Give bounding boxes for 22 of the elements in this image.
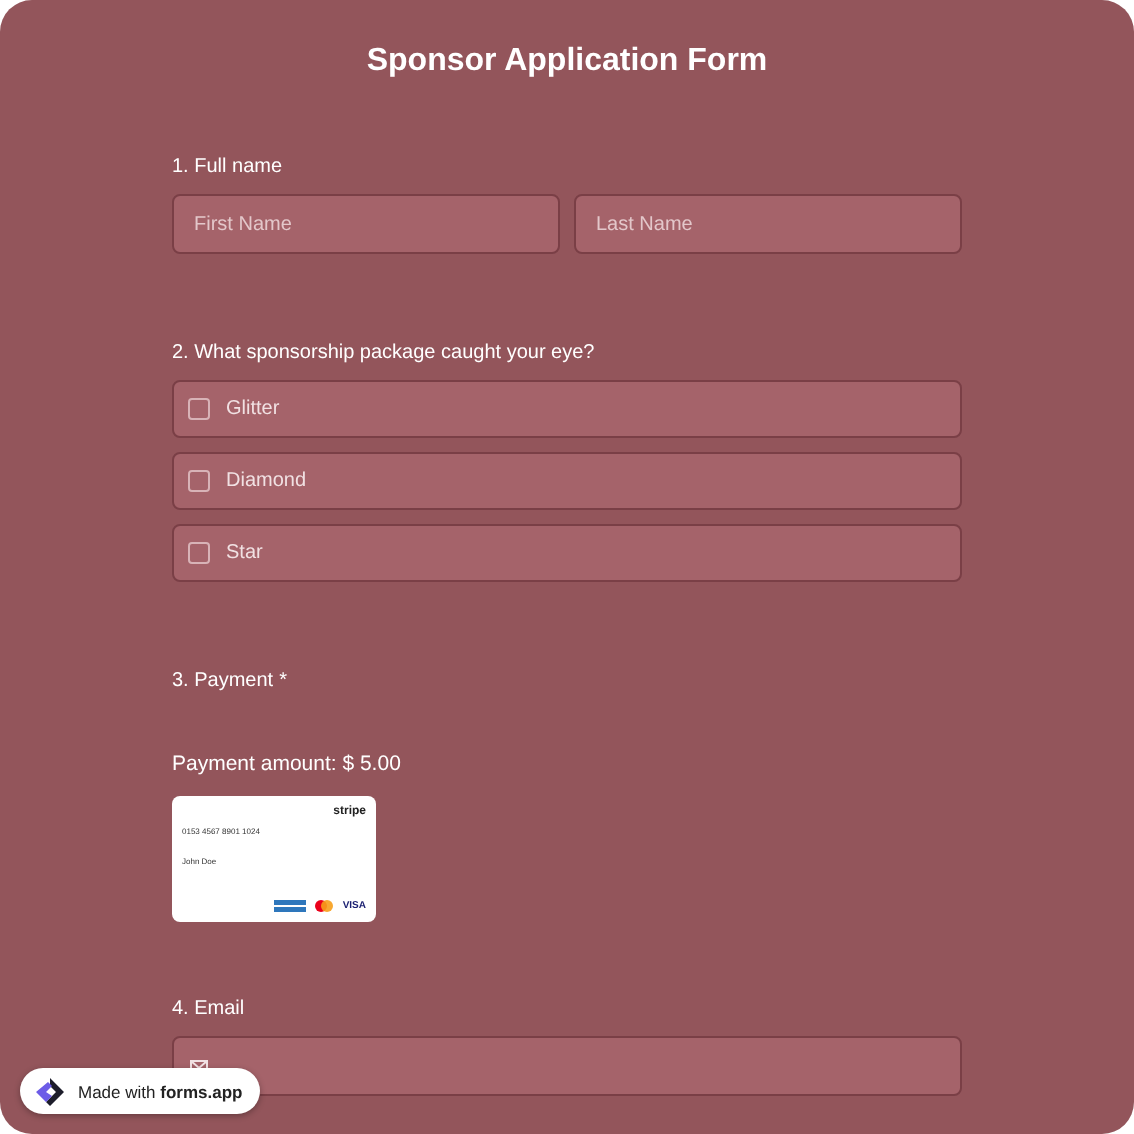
checkbox[interactable] [188,542,210,564]
required-mark: * [279,670,287,692]
question-label: 3. Payment [172,670,274,692]
question-label: 2. What sponsorship package caught your eye? [172,342,597,364]
payment-amount: Payment amount: $ 5.00 [172,752,403,776]
option-label: Glitter [226,398,280,420]
question-label: 1. Full name [172,156,285,178]
made-with-badge[interactable]: Made with forms.app [20,1068,261,1114]
checkbox[interactable] [188,470,210,492]
option-label: Star [226,542,263,564]
name-input[interactable]: Last Name [574,194,962,254]
package-option[interactable]: Glitter [172,380,962,438]
package-option[interactable]: Star [172,524,962,582]
mastercard-logo-icon [314,900,335,912]
option-label: Diamond [226,470,307,492]
logo-icon [34,1075,66,1107]
badge-text: Made with forms.app [78,1081,243,1101]
form-title: Sponsor Application Form [364,44,770,80]
question-label: 4. Email [172,998,247,1020]
name-input[interactable]: First Name [172,194,560,254]
package-option[interactable]: Diamond [172,452,962,510]
checkbox[interactable] [188,398,210,420]
